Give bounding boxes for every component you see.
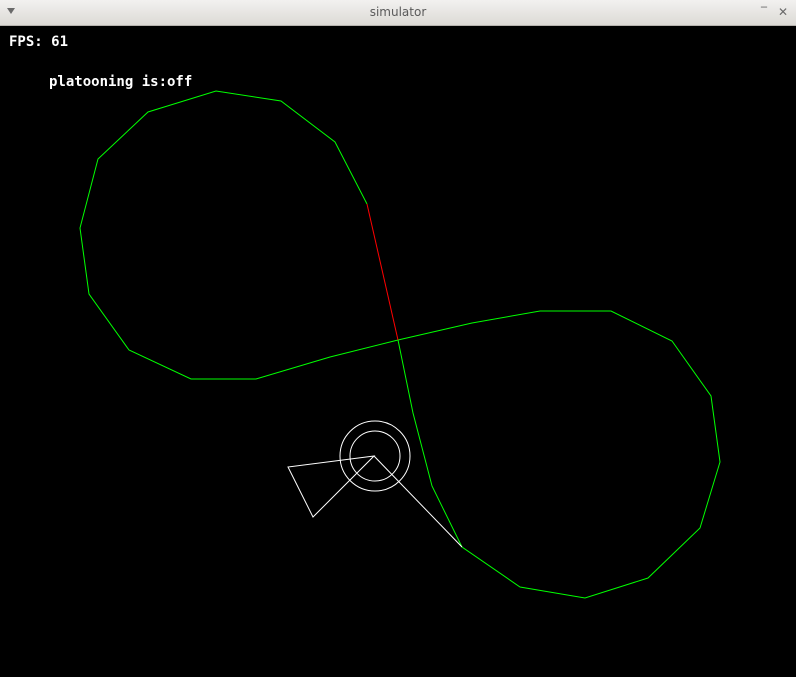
vehicle-inner-ring <box>349 430 401 482</box>
vehicle <box>287 420 463 548</box>
simulator-window: simulator ‾ ✕ FPS: 61 platooning is:off <box>0 0 796 677</box>
fps-counter: FPS: 61 <box>9 34 69 50</box>
vehicle-target-line <box>373 455 463 548</box>
track-right-loop <box>397 310 721 599</box>
platooning-status: platooning is:off <box>49 74 193 90</box>
track-active-segment <box>366 203 399 341</box>
vehicle-sensor-cone <box>287 455 376 518</box>
track-left-loop <box>79 90 399 380</box>
simulation-scene <box>79 90 721 599</box>
